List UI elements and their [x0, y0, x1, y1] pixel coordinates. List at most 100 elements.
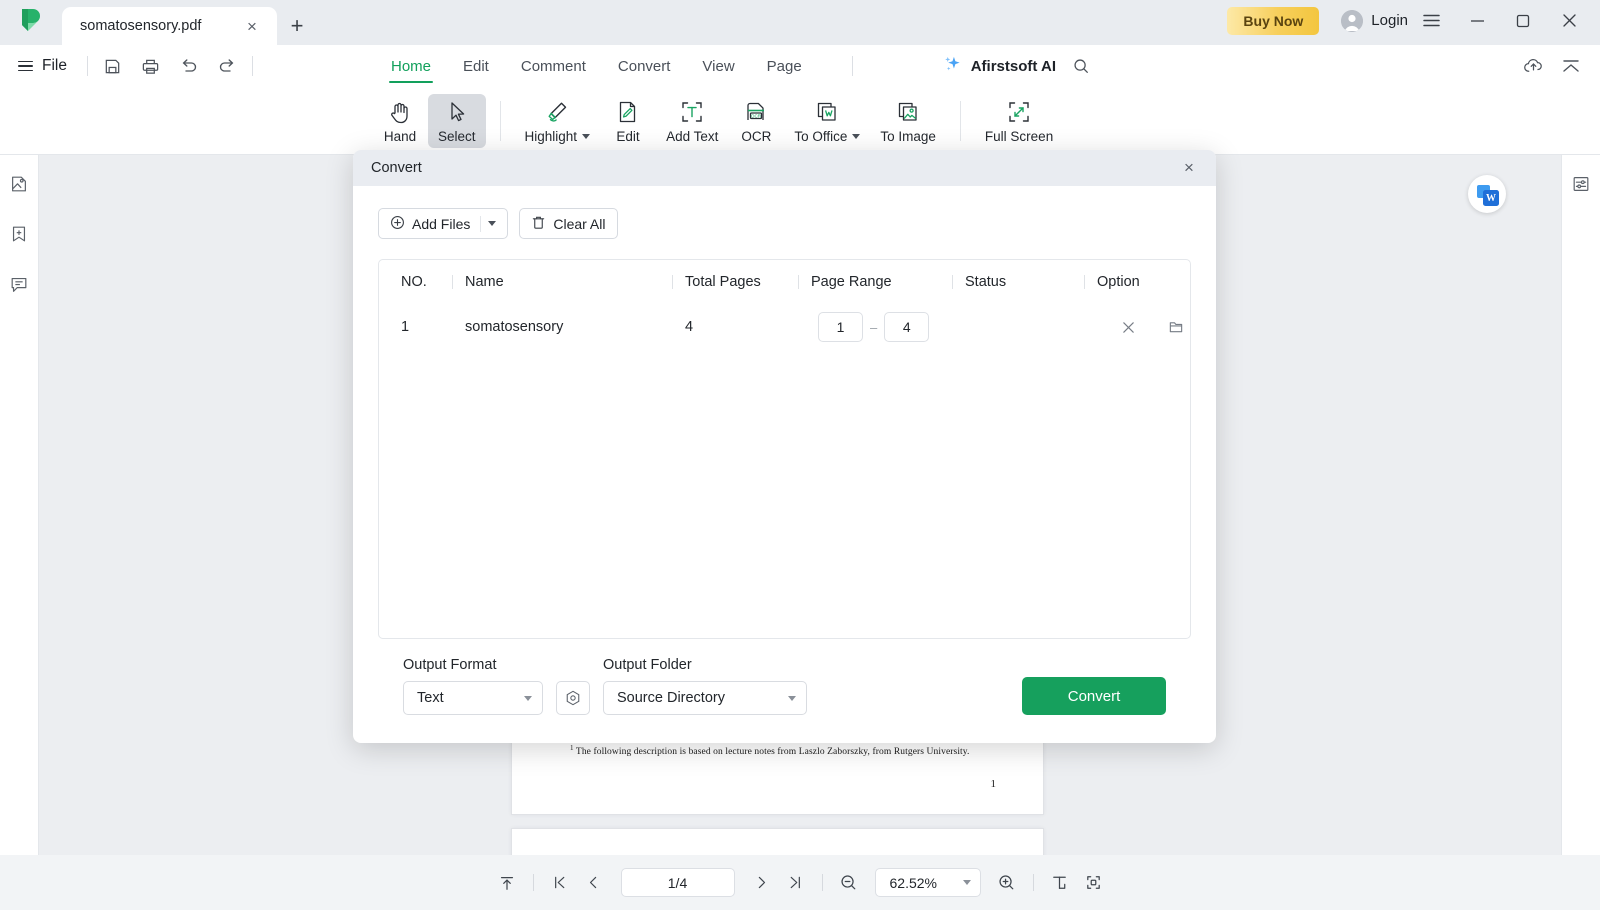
menu-bar: File Home Edit Comment Convert View Page… [0, 45, 1600, 87]
prev-page-icon[interactable] [577, 868, 611, 898]
status-bar: 1/4 62.52% [0, 855, 1600, 910]
output-folder-field: Output Folder Source Directory [603, 657, 807, 715]
add-files-button[interactable]: Add Files [378, 208, 509, 239]
output-format-select[interactable]: Text [403, 681, 543, 715]
page-range-from-input[interactable]: 1 [818, 312, 863, 342]
row-page-range: 1 – 4 [798, 312, 952, 342]
dialog-body: Add Files Clear All NO. Name Total Pages… [353, 186, 1216, 715]
buy-now-button[interactable]: Buy Now [1227, 6, 1320, 35]
tool-highlight[interactable]: Highlight [515, 94, 601, 148]
new-tab-icon[interactable]: + [277, 7, 317, 45]
fit-width-icon[interactable] [1043, 868, 1077, 898]
file-menu-button[interactable]: File [0, 57, 81, 75]
minimize-button[interactable] [1454, 1, 1500, 41]
format-settings-button[interactable] [556, 681, 590, 715]
chevron-down-icon[interactable] [488, 221, 497, 226]
table-row[interactable]: 1 somatosensory 4 1 – 4 [379, 303, 1190, 351]
remove-file-icon[interactable] [1117, 316, 1139, 338]
dialog-title: Convert [371, 160, 422, 176]
convert-to-word-badge[interactable]: W [1468, 175, 1506, 213]
page-range-to-input[interactable]: 4 [884, 312, 930, 342]
clear-all-button[interactable]: Clear All [519, 208, 618, 239]
print-icon[interactable] [132, 47, 170, 85]
chevron-down-icon [524, 695, 532, 701]
dialog-toolbar: Add Files Clear All [378, 208, 1191, 239]
tool-edit[interactable]: Edit [600, 94, 656, 148]
col-name: Name [452, 274, 672, 290]
tool-to-office-text: To Office [794, 128, 848, 144]
tab-page[interactable]: Page [751, 45, 818, 87]
zoom-in-icon[interactable] [990, 868, 1024, 898]
search-icon[interactable] [1062, 47, 1100, 85]
chevron-down-icon[interactable] [852, 133, 861, 139]
last-page-icon[interactable] [779, 868, 813, 898]
chevron-down-icon[interactable] [582, 133, 591, 139]
left-sidebar [0, 155, 39, 910]
tab-edit[interactable]: Edit [447, 45, 505, 87]
zoom-level-select[interactable]: 62.52% [874, 868, 981, 897]
convert-button[interactable]: Convert [1022, 677, 1166, 715]
row-total-pages: 4 [685, 319, 694, 335]
ribbon-tabs: Home Edit Comment Convert View Page [375, 45, 818, 87]
login-button[interactable]: Login [1341, 9, 1408, 32]
tool-full-screen[interactable]: Full Screen [975, 94, 1063, 148]
collapse-ribbon-icon[interactable] [1552, 47, 1590, 85]
footnote-marker: 1 [570, 744, 574, 752]
file-list-table: NO. Name Total Pages Page Range Status O… [378, 259, 1191, 639]
tool-to-image[interactable]: To Image [870, 94, 946, 148]
output-folder-select[interactable]: Source Directory [603, 681, 807, 715]
tool-full-screen-label: Full Screen [984, 128, 1054, 144]
page-indicator-input[interactable]: 1/4 [620, 868, 735, 897]
tool-to-office[interactable]: To Office [784, 94, 870, 148]
tool-select[interactable]: Select [428, 93, 486, 148]
menu-bar-right [1514, 47, 1600, 85]
maximize-button[interactable] [1500, 1, 1546, 41]
tab-close-icon[interactable]: × [241, 15, 263, 37]
tool-add-text[interactable]: Add Text [656, 94, 728, 148]
first-page-icon[interactable] [543, 868, 577, 898]
hamburger-icon [18, 60, 33, 72]
zoom-out-icon[interactable] [832, 868, 866, 898]
document-tab[interactable]: somatosensory.pdf × [62, 7, 277, 45]
title-bar-actions: Buy Now Login [1227, 0, 1600, 45]
ribbon-toolbar: Hand Select Highlight Edit Add Text OCR … [0, 87, 1600, 155]
save-icon[interactable] [94, 47, 132, 85]
tool-highlight-text: Highlight [524, 128, 578, 144]
tab-view[interactable]: View [686, 45, 750, 87]
tab-home[interactable]: Home [375, 45, 447, 87]
tool-ocr[interactable]: OCR OCR [728, 94, 784, 148]
divider [532, 874, 534, 891]
dialog-close-icon[interactable]: × [1176, 155, 1202, 181]
title-bar: somatosensory.pdf × + Buy Now Login [0, 0, 1600, 45]
output-format-label: Output Format [403, 657, 497, 673]
fit-page-icon[interactable] [1077, 868, 1111, 898]
tool-hand[interactable]: Hand [372, 94, 428, 148]
app-logo-icon [0, 0, 62, 45]
cloud-upload-icon[interactable] [1514, 47, 1552, 85]
scroll-to-top-icon[interactable] [490, 868, 524, 898]
pdf-page-2 [511, 828, 1044, 855]
tab-title: somatosensory.pdf [80, 18, 202, 34]
afirstsoft-ai-button[interactable]: Afirstsoft AI [943, 54, 1056, 78]
divider [1032, 874, 1034, 891]
tool-select-label: Select [438, 128, 476, 144]
bookmark-add-icon[interactable] [4, 219, 34, 249]
chevron-down-icon [788, 695, 796, 701]
open-folder-icon[interactable] [1165, 316, 1187, 338]
clear-all-label: Clear All [553, 215, 606, 232]
tool-to-image-label: To Image [880, 128, 936, 144]
redo-icon[interactable] [208, 47, 246, 85]
comment-icon[interactable] [4, 269, 34, 299]
app-menu-icon[interactable] [1408, 1, 1454, 41]
tab-comment[interactable]: Comment [505, 45, 602, 87]
tool-hand-label: Hand [383, 128, 417, 144]
close-button[interactable] [1546, 1, 1592, 41]
page-number-label: 1 [990, 778, 997, 790]
page-thumbnail-icon[interactable] [4, 169, 34, 199]
undo-icon[interactable] [170, 47, 208, 85]
tab-convert[interactable]: Convert [602, 45, 687, 87]
next-page-icon[interactable] [745, 868, 779, 898]
dialog-header: Convert × [353, 150, 1216, 186]
properties-panel-icon[interactable] [1566, 169, 1596, 199]
divider [851, 56, 853, 76]
